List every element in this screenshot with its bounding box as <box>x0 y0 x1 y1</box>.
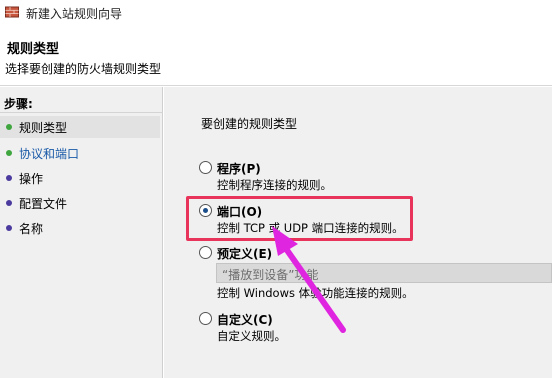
annotation-arrow-icon <box>272 226 346 333</box>
